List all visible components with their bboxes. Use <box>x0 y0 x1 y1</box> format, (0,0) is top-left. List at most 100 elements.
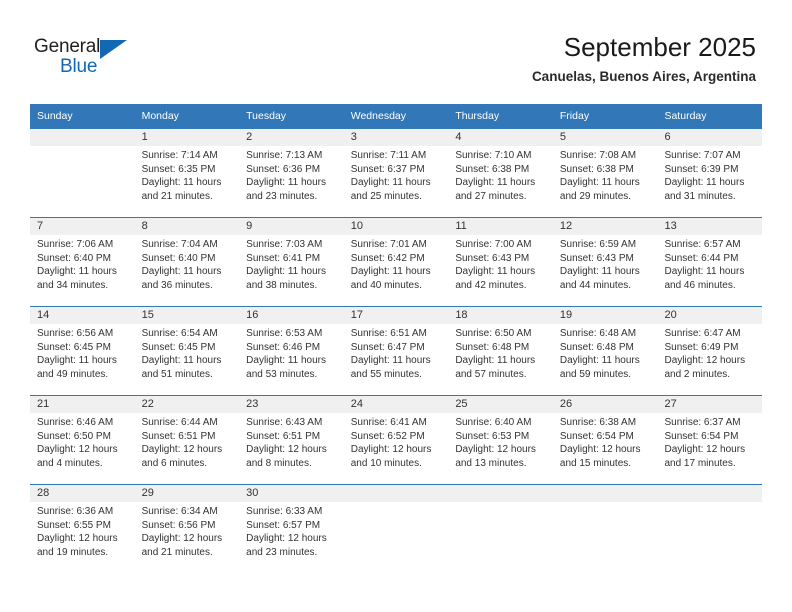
daylight-text: Daylight: 11 hours and 38 minutes. <box>246 266 327 291</box>
day-info: Sunrise: 6:40 AM Sunset: 6:53 PM Daylight:… <box>448 413 553 470</box>
day-cell[interactable]: 15 Sunrise: 6:54 AM Sunset: 6:45 PM Dayligh… <box>134 307 240 395</box>
sunset-text: Sunset: 6:40 PM <box>37 252 111 264</box>
day-number <box>30 129 135 146</box>
day-info: Sunrise: 7:11 AM Sunset: 6:37 PM Daylight:… <box>344 146 449 203</box>
sunset-text: Sunset: 6:56 PM <box>141 519 216 531</box>
day-cell[interactable]: 1 Sunrise: 7:14 AM Sunset: 6:35 PM Daylight… <box>134 129 240 217</box>
sunrise-text: Sunrise: 6:47 AM <box>664 328 741 339</box>
day-cell[interactable]: 20 Sunrise: 6:47 AM Sunset: 6:49 PM Dayligh… <box>657 307 763 395</box>
daylight-text: Daylight: 12 hours and 23 minutes. <box>246 533 327 558</box>
day-cell[interactable]: 2 Sunrise: 7:13 AM Sunset: 6:36 PM Daylight… <box>239 129 344 217</box>
day-cell[interactable]: 16 Sunrise: 6:53 AM Sunset: 6:46 PM Dayligh… <box>239 307 344 395</box>
daylight-text: Daylight: 11 hours and 59 minutes. <box>559 355 640 380</box>
day-number: 17 <box>343 307 449 324</box>
day-cell[interactable]: 28 Sunrise: 6:36 AM Sunset: 6:55 PM Dayligh… <box>30 485 135 573</box>
day-cell[interactable]: 22 Sunrise: 6:44 AM Sunset: 6:51 PM Dayligh… <box>134 396 240 484</box>
sunrise-text: Sunrise: 6:46 AM <box>37 417 114 428</box>
daylight-text: Daylight: 11 hours and 27 minutes. <box>455 177 536 202</box>
day-number: 6 <box>657 129 763 146</box>
daylight-text: Daylight: 11 hours and 42 minutes. <box>455 266 536 291</box>
day-cell[interactable]: 21 Sunrise: 6:46 AM Sunset: 6:50 PM Dayligh… <box>30 396 135 484</box>
sunset-text: Sunset: 6:45 PM <box>37 341 111 353</box>
day-cell[interactable]: 23 Sunrise: 6:43 AM Sunset: 6:51 PM Dayligh… <box>239 396 344 484</box>
sunrise-text: Sunrise: 6:40 AM <box>455 417 532 428</box>
sunrise-text: Sunrise: 6:59 AM <box>559 239 637 250</box>
sunset-text: Sunset: 6:57 PM <box>246 519 321 531</box>
day-cell[interactable]: 7 Sunrise: 7:06 AM Sunset: 6:40 PM Daylight… <box>30 218 135 306</box>
day-cell[interactable]: 30 Sunrise: 6:33 AM Sunset: 6:57 PM Dayligh… <box>239 485 344 573</box>
sunrise-text: Sunrise: 6:56 AM <box>37 328 114 339</box>
day-number: 15 <box>134 307 240 324</box>
sunrise-text: Sunrise: 6:34 AM <box>141 506 218 517</box>
sunset-text: Sunset: 6:51 PM <box>141 430 216 442</box>
day-cell[interactable]: 27 Sunrise: 6:37 AM Sunset: 6:54 PM Dayligh… <box>657 396 763 484</box>
day-cell[interactable]: 3 Sunrise: 7:11 AM Sunset: 6:37 PM Daylight… <box>343 129 449 217</box>
day-cell[interactable]: 29 Sunrise: 6:34 AM Sunset: 6:56 PM Dayligh… <box>134 485 240 573</box>
daylight-text: Daylight: 12 hours and 6 minutes. <box>141 444 223 469</box>
day-cell[interactable]: 17 Sunrise: 6:51 AM Sunset: 6:47 PM Dayligh… <box>343 307 449 395</box>
day-number: 18 <box>448 307 553 324</box>
day-number: 14 <box>30 307 135 324</box>
sunset-text: Sunset: 6:43 PM <box>559 252 634 264</box>
day-cell[interactable]: 19 Sunrise: 6:48 AM Sunset: 6:48 PM Dayligh… <box>552 307 658 395</box>
day-info: Sunrise: 6:57 AM Sunset: 6:44 PM Daylight:… <box>657 235 762 292</box>
day-cell[interactable]: 5 Sunrise: 7:08 AM Sunset: 6:38 PM Daylight… <box>552 129 658 217</box>
day-info: Sunrise: 6:59 AM Sunset: 6:43 PM Daylight:… <box>553 235 658 292</box>
sunset-text: Sunset: 6:36 PM <box>246 163 321 175</box>
calendar-page: General Blue September 2025 Canuelas, Bu… <box>0 0 792 612</box>
day-cell[interactable]: 18 Sunrise: 6:50 AM Sunset: 6:48 PM Dayligh… <box>448 307 553 395</box>
sunset-text: Sunset: 6:55 PM <box>37 519 111 531</box>
daylight-text: Daylight: 11 hours and 57 minutes. <box>455 355 536 380</box>
day-number: 22 <box>134 396 240 413</box>
page-header: General Blue September 2025 Canuelas, Bu… <box>0 0 792 100</box>
day-cell[interactable]: 13 Sunrise: 6:57 AM Sunset: 6:44 PM Dayligh… <box>657 218 763 306</box>
day-info: Sunrise: 6:56 AM Sunset: 6:45 PM Daylight:… <box>30 324 135 381</box>
day-cell-empty <box>657 485 763 573</box>
sunrise-text: Sunrise: 6:50 AM <box>455 328 532 339</box>
sunrise-text: Sunrise: 6:37 AM <box>664 417 741 428</box>
day-info: Sunrise: 6:36 AM Sunset: 6:55 PM Daylight:… <box>30 502 135 559</box>
day-number <box>552 485 658 502</box>
day-info: Sunrise: 6:54 AM Sunset: 6:45 PM Daylight:… <box>135 324 240 381</box>
day-cell[interactable]: 26 Sunrise: 6:38 AM Sunset: 6:54 PM Dayligh… <box>552 396 658 484</box>
daylight-text: Daylight: 11 hours and 55 minutes. <box>350 355 431 380</box>
day-cell[interactable]: 10 Sunrise: 7:01 AM Sunset: 6:42 PM Dayligh… <box>343 218 449 306</box>
day-number: 4 <box>448 129 553 146</box>
day-number: 3 <box>343 129 449 146</box>
sunset-text: Sunset: 6:46 PM <box>246 341 321 353</box>
day-cell[interactable]: 11 Sunrise: 7:00 AM Sunset: 6:43 PM Dayligh… <box>448 218 553 306</box>
daylight-text: Daylight: 11 hours and 36 minutes. <box>141 266 222 291</box>
day-number: 16 <box>239 307 344 324</box>
page-subtitle: Canuelas, Buenos Aires, Argentina <box>531 69 756 84</box>
day-cell[interactable]: 8 Sunrise: 7:04 AM Sunset: 6:40 PM Daylight… <box>134 218 240 306</box>
day-cell[interactable]: 6 Sunrise: 7:07 AM Sunset: 6:39 PM Daylight… <box>657 129 763 217</box>
day-number: 12 <box>552 218 658 235</box>
sunset-text: Sunset: 6:35 PM <box>141 163 216 175</box>
day-cell[interactable]: 14 Sunrise: 6:56 AM Sunset: 6:45 PM Dayligh… <box>30 307 135 395</box>
sunset-text: Sunset: 6:48 PM <box>559 341 634 353</box>
daylight-text: Daylight: 11 hours and 29 minutes. <box>559 177 640 202</box>
day-info: Sunrise: 7:01 AM Sunset: 6:42 PM Daylight:… <box>344 235 449 292</box>
sunset-text: Sunset: 6:48 PM <box>455 341 530 353</box>
day-cell[interactable]: 12 Sunrise: 6:59 AM Sunset: 6:43 PM Dayligh… <box>552 218 658 306</box>
day-cell[interactable]: 4 Sunrise: 7:10 AM Sunset: 6:38 PM Daylight… <box>448 129 553 217</box>
day-number <box>343 485 449 502</box>
day-info: Sunrise: 7:00 AM Sunset: 6:43 PM Daylight:… <box>448 235 553 292</box>
day-cell-empty <box>552 485 658 573</box>
weekday-header-saturday: Saturday <box>664 110 707 122</box>
calendar-week-row: 14 Sunrise: 6:56 AM Sunset: 6:45 PM Dayligh… <box>30 306 763 395</box>
sunrise-text: Sunrise: 6:51 AM <box>350 328 427 339</box>
daylight-text: Daylight: 11 hours and 49 minutes. <box>37 355 117 380</box>
day-cell[interactable]: 9 Sunrise: 7:03 AM Sunset: 6:41 PM Daylight… <box>239 218 344 306</box>
daylight-text: Daylight: 12 hours and 17 minutes. <box>664 444 746 469</box>
day-cell-empty <box>448 485 553 573</box>
day-info: Sunrise: 7:08 AM Sunset: 6:38 PM Daylight:… <box>553 146 658 203</box>
sunset-text: Sunset: 6:38 PM <box>455 163 530 175</box>
weekday-header-tuesday: Tuesday <box>246 110 287 122</box>
sunrise-text: Sunrise: 6:38 AM <box>559 417 637 428</box>
sunset-text: Sunset: 6:43 PM <box>455 252 530 264</box>
day-cell[interactable]: 24 Sunrise: 6:41 AM Sunset: 6:52 PM Dayligh… <box>343 396 449 484</box>
brand-logo[interactable]: General Blue <box>34 36 154 84</box>
day-cell[interactable]: 25 Sunrise: 6:40 AM Sunset: 6:53 PM Dayligh… <box>448 396 553 484</box>
day-info: Sunrise: 7:13 AM Sunset: 6:36 PM Daylight:… <box>239 146 344 203</box>
